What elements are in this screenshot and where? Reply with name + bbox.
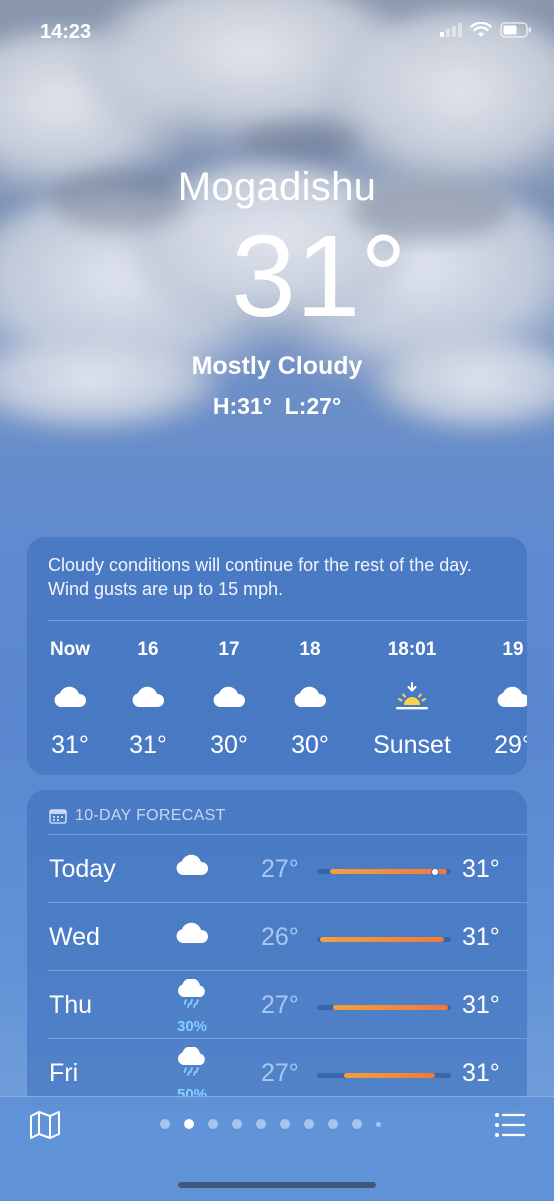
hour-label: 19 xyxy=(502,639,524,660)
status-bar: 14:23 xyxy=(0,0,554,66)
temp-range-fill xyxy=(330,869,447,874)
page-dot[interactable] xyxy=(208,1119,218,1129)
high-low: H:31° L:27° xyxy=(212,393,342,419)
status-time: 14:23 xyxy=(40,21,92,43)
hour-label: 18:01 xyxy=(387,639,437,660)
forecast-low: 27° xyxy=(261,855,299,883)
temp-range-bar xyxy=(317,1073,451,1078)
list-button[interactable] xyxy=(494,1112,526,1143)
cloud-icon xyxy=(497,686,527,707)
temp-range-bar xyxy=(317,867,451,876)
battery-icon xyxy=(500,22,531,38)
page-dot[interactable] xyxy=(256,1119,266,1129)
hour-label: 16 xyxy=(137,639,159,660)
forecast-header: 10-DAY FORECAST xyxy=(49,807,226,825)
forecast-high: 31° xyxy=(462,855,500,883)
calendar-icon xyxy=(49,809,67,824)
hour-temp: 29° xyxy=(494,731,527,759)
page-dot[interactable] xyxy=(352,1119,362,1129)
map-button[interactable] xyxy=(28,1110,62,1145)
hour-temp: 30° xyxy=(291,731,329,759)
forecast-high: 31° xyxy=(462,991,500,1019)
hour-item-sunset: 18:01 Sunset xyxy=(362,639,462,760)
temp-range-fill xyxy=(333,1005,449,1010)
cloud-icon xyxy=(132,686,165,707)
sunset-icon xyxy=(396,682,428,710)
forecast-day: Thu xyxy=(49,991,93,1019)
card-divider xyxy=(48,620,527,621)
home-indicator[interactable] xyxy=(178,1182,376,1188)
forecast-row[interactable]: Thu 30% 27° 31° xyxy=(27,971,527,1038)
page-dot[interactable] xyxy=(280,1119,290,1129)
current-temperature: 31° xyxy=(231,211,407,341)
hour-item: 17 30° xyxy=(189,639,269,760)
forecast-row[interactable]: Today 27° 31° xyxy=(27,835,527,902)
page-dot[interactable] xyxy=(328,1119,338,1129)
ten-day-forecast-card[interactable]: 10-DAY FORECAST Today 27° 31° Wed 26° 31… xyxy=(27,790,527,1110)
cloud-rain-icon xyxy=(178,1047,205,1076)
map-icon xyxy=(30,1111,60,1139)
cloud-icon xyxy=(213,686,246,707)
temp-range-fill xyxy=(319,937,445,942)
forecast-high: 31° xyxy=(462,923,500,951)
temp-range-bar xyxy=(317,937,451,942)
forecast-header-label: 10-DAY FORECAST xyxy=(75,807,226,824)
hour-item: 19 29° xyxy=(473,639,527,760)
page-dot[interactable] xyxy=(376,1121,381,1127)
city-name: Mogadishu xyxy=(177,165,377,209)
hour-item: 16 31° xyxy=(108,639,188,760)
forecast-day: Fri xyxy=(49,1059,79,1087)
temp-range-bar xyxy=(317,1005,451,1010)
hourly-forecast-card[interactable]: Cloudy conditions will continue for the … xyxy=(27,537,527,775)
cloud-icon xyxy=(176,922,209,943)
forecast-day: Today xyxy=(49,855,116,883)
cellular-signal-icon xyxy=(440,23,462,37)
forecast-high: 31° xyxy=(462,1059,500,1087)
current-temp-marker xyxy=(430,867,439,876)
cloud-icon xyxy=(294,686,327,707)
hour-item: Now 31° xyxy=(30,639,110,760)
hour-label: Now xyxy=(49,639,91,660)
hour-temp: 31° xyxy=(129,731,167,759)
list-icon xyxy=(495,1113,526,1137)
precip-chance: 30% xyxy=(176,1018,208,1035)
forecast-row[interactable]: Wed 26° 31° xyxy=(27,903,527,970)
forecast-low: 26° xyxy=(261,923,299,951)
wifi-icon xyxy=(470,22,492,37)
forecast-low: 27° xyxy=(261,1059,299,1087)
page-dot[interactable] xyxy=(232,1119,242,1129)
status-icons xyxy=(440,22,532,38)
conditions-summary: Cloudy conditions will continue for the … xyxy=(48,555,472,599)
hour-temp: 30° xyxy=(210,731,248,759)
cloud-rain-icon xyxy=(178,979,205,1008)
temp-range-fill xyxy=(343,1073,435,1078)
forecast-day: Wed xyxy=(49,923,100,951)
hour-temp: 31° xyxy=(51,731,89,759)
page-dot[interactable] xyxy=(184,1119,194,1129)
page-dot[interactable] xyxy=(160,1119,170,1129)
page-dot[interactable] xyxy=(304,1119,314,1129)
hour-item: 18 30° xyxy=(270,639,350,760)
forecast-low: 27° xyxy=(261,991,299,1019)
cloud-icon xyxy=(176,854,209,875)
current-condition: Mostly Cloudy xyxy=(191,352,363,380)
page-indicator[interactable] xyxy=(160,1119,381,1129)
cloud-icon xyxy=(54,686,87,707)
hour-label: 17 xyxy=(218,639,240,660)
hour-temp: Sunset xyxy=(373,731,451,759)
hour-label: 18 xyxy=(299,639,321,660)
